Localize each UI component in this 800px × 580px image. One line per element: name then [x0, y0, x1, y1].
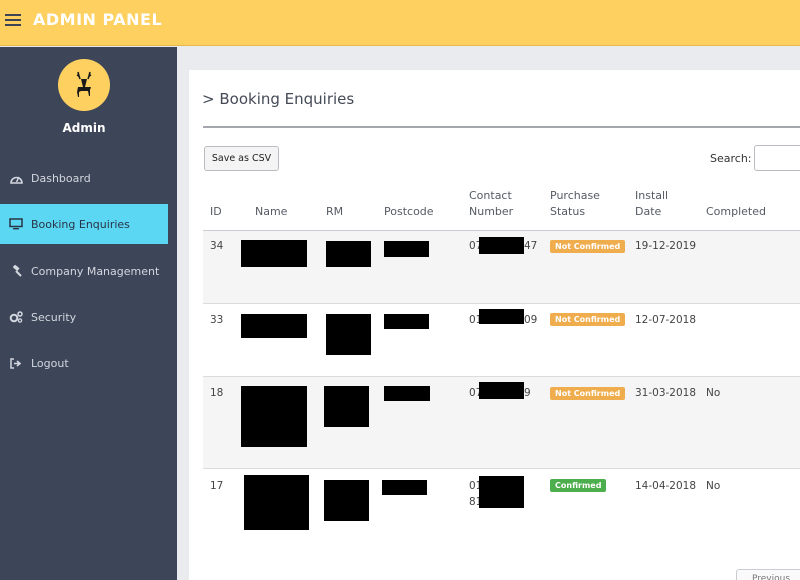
redacted-contact [479, 476, 524, 508]
cell-id: 17 [210, 480, 224, 492]
cell-contact-suffix: 9 [524, 387, 531, 399]
cell-install-date: 12-07-2018 [635, 314, 697, 326]
cell-completed: No [706, 480, 721, 492]
redacted-contact [479, 309, 524, 324]
column-header-name[interactable]: Name [255, 204, 287, 220]
title-divider [203, 126, 800, 128]
admin-name: Admin [62, 121, 106, 135]
avatar [58, 59, 110, 111]
cell-completed: No [706, 387, 721, 399]
column-header-install-date[interactable]: Install Date [635, 188, 668, 220]
top-bar: ADMIN PANEL [0, 0, 800, 46]
redacted-contact [479, 237, 524, 254]
redacted-name [241, 314, 307, 338]
hamburger-menu-icon[interactable] [5, 12, 21, 28]
redacted-postcode [384, 241, 429, 257]
status-badge: Not Confirmed [550, 387, 626, 400]
redacted-name [244, 475, 309, 530]
status-badge: Confirmed [550, 479, 607, 492]
column-header-purchase-status[interactable]: Purchase Status [550, 188, 600, 220]
cell-install-date: 19-12-2019 [635, 240, 697, 252]
column-header-completed[interactable]: Completed [706, 204, 766, 220]
redacted-rm [326, 241, 371, 267]
previous-page-button[interactable]: Previous [736, 569, 800, 580]
sidebar-item-label: Dashboard [31, 171, 91, 185]
cell-install-date: 31-03-2018 [635, 387, 697, 399]
sidebar-item-booking-enquiries[interactable]: Booking Enquiries [0, 204, 168, 244]
page-title: > Booking Enquiries [202, 90, 355, 108]
logout-icon [9, 357, 23, 369]
table-row[interactable]: 18 07 9 Not Confirmed 31-03-2018 No [203, 377, 800, 469]
gavel-icon [9, 265, 23, 277]
monitor-icon [9, 218, 23, 230]
redacted-contact [479, 382, 524, 399]
column-header-postcode[interactable]: Postcode [384, 204, 434, 220]
redacted-postcode [384, 386, 430, 401]
cell-install-date: 14-04-2018 [635, 480, 697, 492]
redacted-rm [324, 386, 369, 427]
search-input[interactable] [754, 145, 800, 171]
table-row[interactable]: 34 07 47 Not Confirmed 19-12-2019 [203, 231, 800, 304]
column-header-id[interactable]: ID [210, 204, 222, 220]
sidebar-item-label: Security [31, 310, 77, 324]
redacted-rm [324, 480, 369, 521]
sidebar-item-logout[interactable]: Logout [0, 343, 168, 383]
column-header-rm[interactable]: RM [326, 204, 343, 220]
redacted-name [241, 386, 307, 447]
sidebar: Admin Dashboard Booking Enquiries Compan… [0, 47, 177, 580]
column-header-contact[interactable]: Contact Number [469, 188, 513, 220]
sidebar-item-label: Company Management [31, 264, 160, 278]
app-title: ADMIN PANEL [33, 10, 163, 29]
cell-id: 33 [210, 314, 224, 326]
dashboard-icon [9, 172, 23, 184]
sidebar-item-security[interactable]: Security [0, 297, 168, 337]
cell-id: 18 [210, 387, 224, 399]
deer-icon [76, 71, 92, 97]
sidebar-item-label: Booking Enquiries [31, 217, 130, 231]
content-panel: > Booking Enquiries Save as CSV Search: … [189, 70, 800, 580]
cogs-icon [9, 311, 23, 323]
chevron-right-icon: > [202, 90, 215, 108]
cell-contact-suffix: 09 [524, 314, 538, 326]
sidebar-item-dashboard[interactable]: Dashboard [0, 158, 168, 198]
redacted-rm [326, 314, 371, 355]
redacted-postcode [384, 314, 429, 329]
table-row[interactable]: 17 01 81 Confirmed 14-04-2018 No [203, 469, 800, 564]
sidebar-item-company-management[interactable]: Company Management [0, 251, 168, 291]
cell-contact-suffix: 47 [524, 240, 538, 252]
cell-id: 34 [210, 240, 224, 252]
search-label: Search: [710, 152, 752, 165]
redacted-name [241, 240, 307, 267]
sidebar-item-label: Logout [31, 356, 69, 370]
status-badge: Not Confirmed [550, 240, 626, 253]
save-as-csv-button[interactable]: Save as CSV [204, 146, 279, 171]
table-row[interactable]: 33 01 09 Not Confirmed 12-07-2018 [203, 304, 800, 377]
redacted-postcode [382, 480, 427, 495]
status-badge: Not Confirmed [550, 313, 626, 326]
